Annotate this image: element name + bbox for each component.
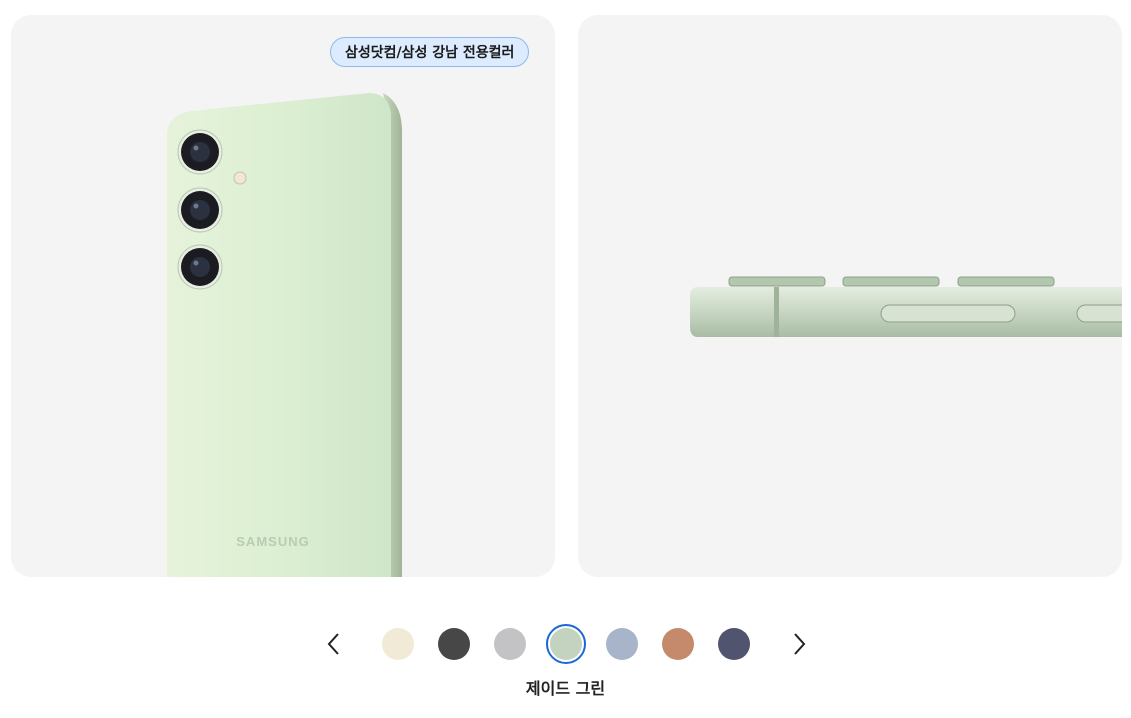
color-swatch-sandstone-orange[interactable]	[662, 628, 694, 660]
color-swatch-marble-gray[interactable]	[494, 628, 526, 660]
chevron-left-icon	[327, 633, 339, 655]
color-swatch-sapphire-blue[interactable]	[606, 628, 638, 660]
color-swatch-onyx-black[interactable]	[438, 628, 470, 660]
phone-side-image	[690, 276, 1122, 337]
next-color-button[interactable]	[785, 630, 813, 658]
color-swatch-cream[interactable]	[382, 628, 414, 660]
selected-color-name: 제이드 그린	[525, 679, 606, 698]
product-image-back: SAMSUNG 삼성닷컴/삼성 강남 전용컬러	[11, 15, 555, 577]
exclusive-color-badge: 삼성닷컴/삼성 강남 전용컬러	[330, 37, 530, 67]
phone-back-image: SAMSUNG	[167, 93, 403, 577]
color-swatch-cobalt-violet[interactable]	[718, 628, 750, 660]
brand-logo-text: SAMSUNG	[236, 534, 309, 549]
color-selector	[0, 624, 1131, 664]
product-image-side	[578, 15, 1122, 577]
color-swatch-jade-green[interactable]	[546, 624, 586, 664]
prev-color-button[interactable]	[320, 630, 348, 658]
chevron-right-icon	[794, 633, 806, 655]
